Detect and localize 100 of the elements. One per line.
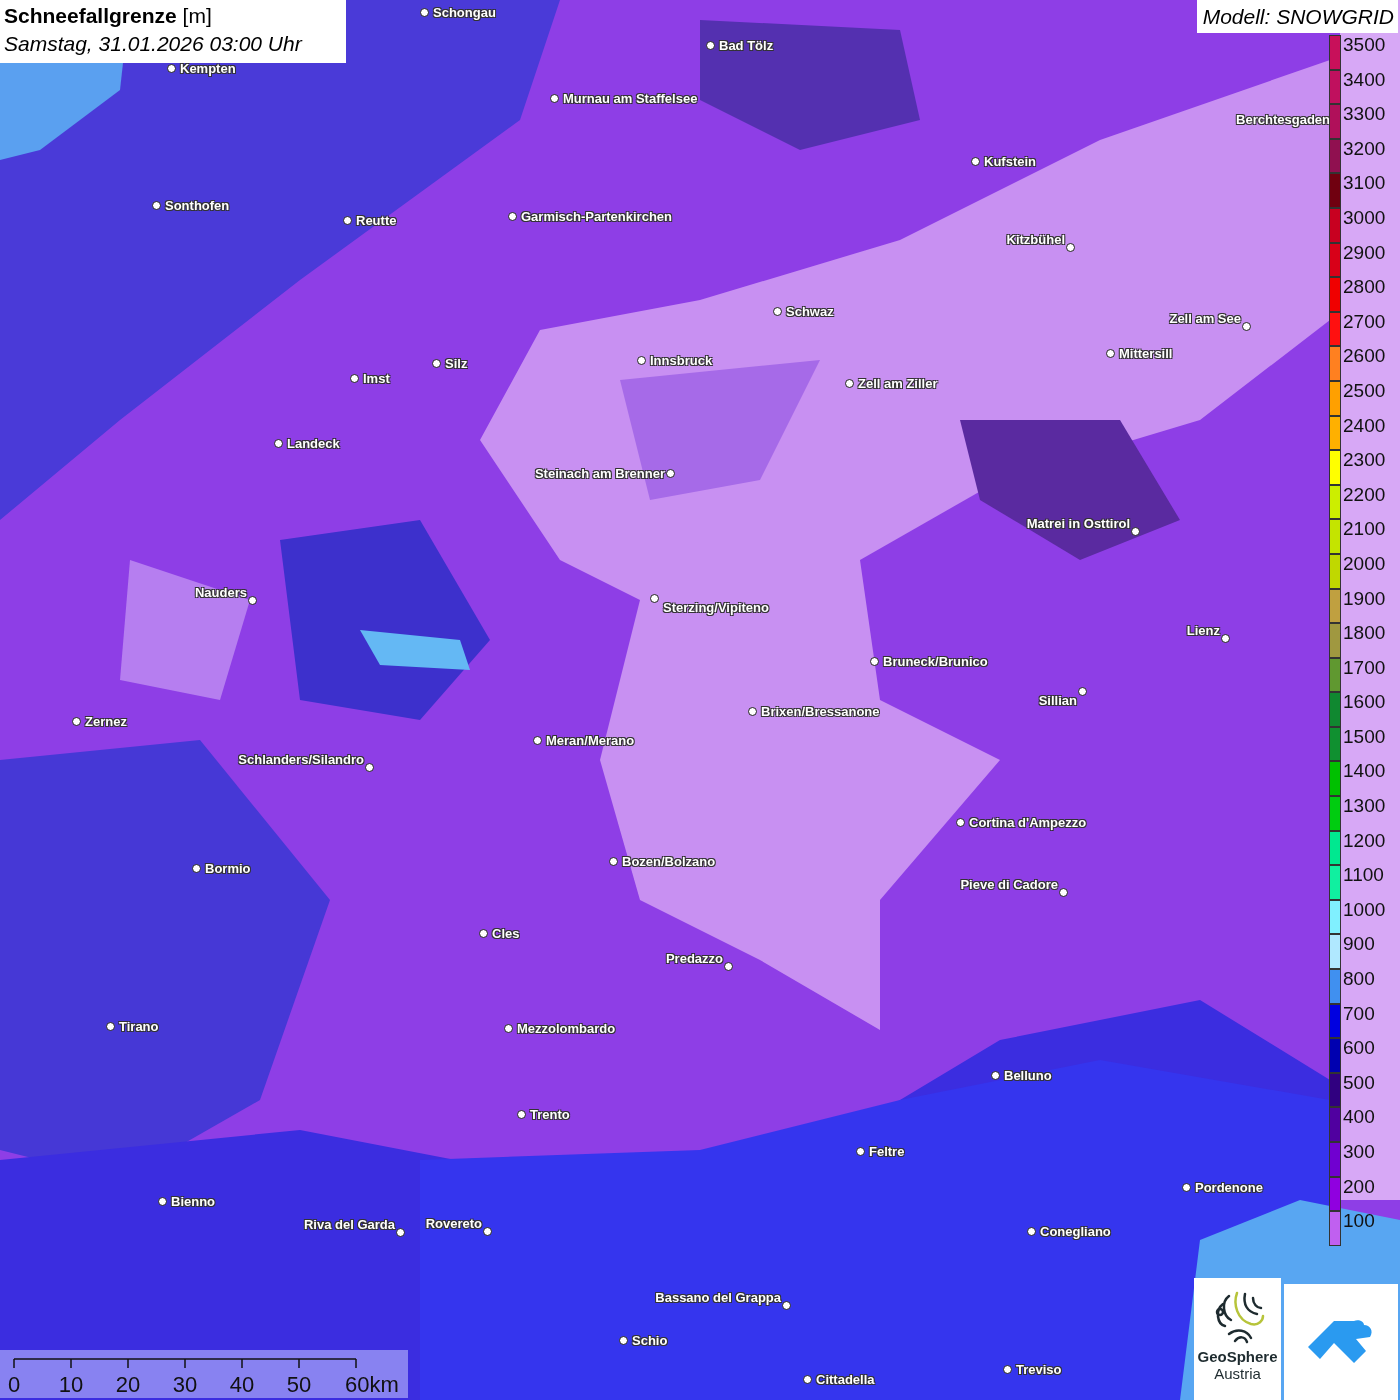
- city-label: Kufstein: [984, 154, 1036, 169]
- legend-label: 400: [1342, 1107, 1375, 1128]
- legend-label: 800: [1342, 969, 1375, 990]
- legend-label: 2300: [1342, 450, 1386, 471]
- city-label: Bassano del Grappa: [655, 1290, 781, 1305]
- model-label: Modell: SNOWGRID: [1196, 0, 1398, 33]
- city-marker-icon: [1059, 888, 1068, 897]
- city-marker-icon: [1066, 243, 1075, 252]
- city-label: Innsbruck: [650, 353, 713, 368]
- chevron-cloud-icon: [1308, 1319, 1374, 1365]
- city-label: Bad Tölz: [719, 38, 774, 53]
- city-marker-icon: [666, 469, 675, 478]
- city-marker-icon: [650, 594, 659, 603]
- city-label: Cles: [492, 926, 520, 941]
- legend-label: 1900: [1342, 588, 1386, 609]
- city-label: Zell am See: [1169, 311, 1241, 326]
- city-label: Predazzo: [665, 951, 723, 966]
- city-label: Landeck: [287, 436, 340, 451]
- city-marker-icon: [1242, 322, 1251, 331]
- city-label: Tirano: [119, 1019, 159, 1034]
- legend-label: 2600: [1342, 346, 1386, 367]
- city-marker-icon: [550, 94, 559, 103]
- city-marker-icon: [504, 1024, 513, 1033]
- city-marker-icon: [803, 1375, 812, 1384]
- city-marker-icon: [845, 379, 854, 388]
- city-marker-icon: [483, 1227, 492, 1236]
- legend-label: 1000: [1342, 899, 1386, 920]
- legend-label: 100: [1342, 1211, 1375, 1232]
- legend-label: 500: [1342, 1072, 1375, 1093]
- legend-label: 1300: [1342, 796, 1386, 817]
- legend-label: 600: [1342, 1038, 1375, 1059]
- city-marker-icon: [724, 962, 733, 971]
- city-label: Lienz: [1186, 623, 1220, 638]
- city-marker-icon: [637, 356, 646, 365]
- city-label: Brixen/Bressanone: [761, 704, 880, 719]
- legend-label: 2900: [1342, 242, 1386, 263]
- city-label: Mezzolombardo: [517, 1021, 616, 1036]
- city-label: Cittadella: [816, 1372, 875, 1387]
- legend-label: 3300: [1342, 104, 1386, 125]
- city-label: Meran/Merano: [546, 733, 635, 748]
- scale-label: 10: [58, 1372, 84, 1398]
- city-label: Bruneck/Brunico: [883, 654, 988, 669]
- legend-label: 2700: [1342, 311, 1386, 332]
- city-label: Schlanders/Silandro: [238, 752, 364, 767]
- city-marker-icon: [1078, 687, 1087, 696]
- city-marker-icon: [72, 717, 81, 726]
- city-label: Sillian: [1038, 693, 1077, 708]
- city-marker-icon: [1003, 1365, 1012, 1374]
- city-marker-icon: [1131, 527, 1140, 536]
- city-marker-icon: [748, 707, 757, 716]
- city-label: Murnau am Staffelsee: [563, 91, 698, 106]
- legend-label: 3000: [1342, 207, 1386, 228]
- legend-label: 2000: [1342, 553, 1386, 574]
- city-label: Bienno: [171, 1194, 216, 1209]
- city-marker-icon: [956, 818, 965, 827]
- city-label: Steinach am Brenner: [534, 466, 665, 481]
- legend-label: 900: [1342, 934, 1375, 955]
- city-marker-icon: [343, 216, 352, 225]
- legend-label: 3100: [1342, 173, 1386, 194]
- city-label: Rovereto: [425, 1216, 482, 1231]
- city-marker-icon: [479, 929, 488, 938]
- legend-label: 1800: [1342, 623, 1386, 644]
- city-label: Schio: [632, 1333, 668, 1348]
- legend-label: 300: [1342, 1142, 1375, 1162]
- legend-label: 2800: [1342, 277, 1386, 298]
- city-marker-icon: [856, 1147, 865, 1156]
- city-label: Riva del Garda: [303, 1217, 395, 1232]
- legend-label: 3500: [1342, 35, 1386, 55]
- legend-label: 2100: [1342, 519, 1386, 540]
- city-label: Trento: [530, 1107, 570, 1122]
- city-marker-icon: [350, 374, 359, 383]
- legend-label: 2200: [1342, 484, 1386, 505]
- city-label: Conegliano: [1040, 1224, 1111, 1239]
- city-marker-icon: [152, 201, 161, 210]
- city-label: Cortina d'Ampezzo: [969, 815, 1087, 830]
- legend-label: 1400: [1342, 761, 1386, 782]
- city-label: Bormio: [205, 861, 251, 876]
- scale-label: 20: [115, 1372, 141, 1398]
- city-marker-icon: [1221, 634, 1230, 643]
- city-label: Kitzbühel: [1006, 232, 1065, 247]
- city-label: Pieve di Cadore: [960, 877, 1058, 892]
- city-label: Matrei in Osttirol: [1026, 516, 1130, 531]
- city-label: Pordenone: [1195, 1180, 1263, 1195]
- city-marker-icon: [274, 439, 283, 448]
- city-marker-icon: [619, 1336, 628, 1345]
- city-label: Berchtesgaden: [1236, 112, 1330, 127]
- city-marker-icon: [365, 763, 374, 772]
- city-marker-icon: [1106, 349, 1115, 358]
- city-marker-icon: [706, 41, 715, 50]
- city-marker-icon: [609, 857, 618, 866]
- logo-name: GeoSphere: [1197, 1348, 1278, 1365]
- city-marker-icon: [420, 8, 429, 17]
- city-marker-icon: [158, 1197, 167, 1206]
- legend-label: 1600: [1342, 692, 1386, 713]
- city-label: Zell am Ziller: [858, 376, 938, 391]
- scale-label: 40: [229, 1372, 255, 1398]
- city-label: Schongau: [433, 5, 496, 20]
- logo-subtitle: Austria: [1214, 1365, 1261, 1382]
- map-title: Schneefallgrenze [m]: [4, 3, 213, 29]
- city-label: Belluno: [1004, 1068, 1052, 1083]
